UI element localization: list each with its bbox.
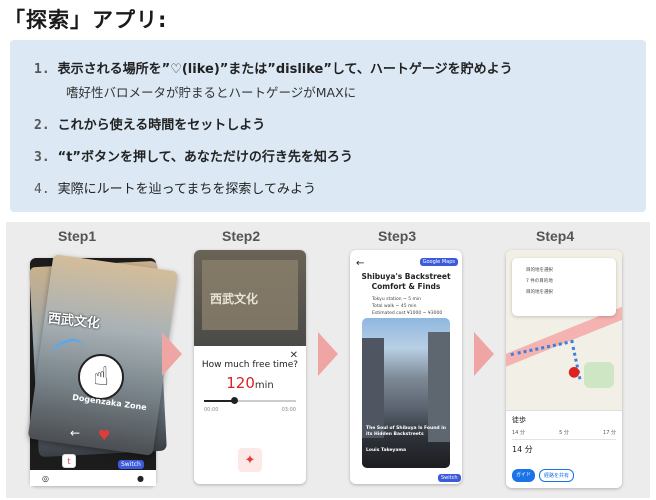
waypoint-item[interactable]: 目的地を選択 (526, 267, 610, 273)
step-1: 1. 表示される場所を”♡(like)”または”dislike”して、ハートゲージ… (34, 58, 513, 77)
back-arrow-icon[interactable]: ← (356, 258, 364, 269)
mode-transit[interactable]: 17 分 (603, 429, 616, 436)
step-2: 2. これから使える時間をセットしよう (34, 114, 265, 133)
tick-max: 03:00 (281, 407, 296, 413)
mode-walk[interactable]: 14 分 (512, 429, 525, 436)
walking-tab[interactable]: 徒歩 (512, 415, 616, 425)
time-slider[interactable] (204, 397, 296, 404)
step1-switch-badge[interactable]: Switch (118, 460, 144, 469)
next-arrow-3-icon (474, 332, 494, 376)
steps-box: 1. 表示される場所を”♡(like)”または”dislike”して、ハートゲージ… (10, 40, 646, 212)
next-arrow-2-icon (318, 332, 338, 376)
route-actions: ガイド 経路を共有 (512, 469, 575, 482)
step-3-text: “t”ボタンを押して、あなただけの行き先を知ろう (57, 150, 353, 165)
step2-phone: 西武文化 ✕ How much free time? 120min 00:00 … (194, 250, 306, 484)
step3-switch-badge[interactable]: Switch (438, 474, 461, 482)
step-2-number: 2. (34, 118, 50, 133)
step-4-text: 実際にルートを辿ってまちを探索してみよう (57, 182, 316, 197)
waypoint-item[interactable]: 7 件の目的地 (526, 278, 610, 284)
mode-car[interactable]: 5 分 (559, 429, 569, 436)
step4-label: Step4 (536, 228, 575, 244)
step1-bottom-bar: ◎ ● (30, 470, 156, 486)
minutes-unit: min (254, 380, 274, 391)
explore-icon[interactable]: ◎ (42, 474, 49, 483)
free-time-question: How much free time? (201, 360, 299, 370)
step-4-number: 4. (34, 182, 50, 197)
next-arrow-1-icon (162, 332, 182, 376)
step2-label: Step2 (222, 228, 261, 244)
confirm-t-icon[interactable]: ✦ (238, 448, 262, 472)
destination-info: Tokyu station ~ 5 min Total walk ~ 45 mi… (372, 296, 442, 318)
step3-phone: ← Google Maps Shibuya's Backstreet Comfo… (350, 250, 462, 484)
step-3-number: 3. (34, 150, 50, 165)
step-1-text: 表示される場所を”♡(like)”または”dislike”して、ハートゲージを貯… (57, 62, 513, 77)
hand-pointer-icon: ☝ (78, 354, 124, 400)
info-line: Tokyu station ~ 5 min (372, 297, 422, 302)
step-2-text: これから使える時間をセットしよう (57, 118, 266, 133)
waypoint-item[interactable]: 目的地を選択 (526, 289, 610, 295)
step-3: 3. “t”ボタンを押して、あなただけの行き先を知ろう (34, 146, 353, 165)
waypoint-card: 目的地を選択 7 件の目的地 目的地を選択 (512, 258, 616, 316)
author-name: Louis Takeyama (366, 448, 407, 453)
dislike-arrow-icon[interactable]: ← (70, 426, 80, 440)
google-maps-button[interactable]: Google Maps (419, 258, 458, 266)
slider-ticks: 00:00 03:00 (204, 407, 296, 413)
route-duration: 14 分 (512, 445, 533, 454)
step2-sign-text: 西武文化 (210, 292, 259, 306)
photo-caption: The Soul of Shibuya Is Found in its Hidd… (366, 426, 446, 438)
route-sheet: 徒歩 14 分 5 分 17 分 14 分 ガイド 経路を共有 (506, 410, 622, 488)
like-heart-icon[interactable]: ♥ (98, 428, 111, 444)
tick-min: 00:00 (204, 407, 219, 413)
step-4: 4. 実際にルートを辿ってまちを探索してみよう (34, 178, 316, 197)
step3-label: Step3 (378, 228, 417, 244)
route-map[interactable]: ● 目的地を選択 7 件の目的地 目的地を選択 (506, 250, 622, 410)
profile-icon[interactable]: ● (137, 474, 144, 483)
minutes-value: 120 (226, 374, 255, 392)
map-park (584, 362, 614, 388)
step-1-subtext: 嗜好性バロメータが貯まるとハートゲージがMAXに (66, 85, 357, 100)
share-route-button[interactable]: 経路を共有 (539, 469, 575, 482)
screenshot-gallery: Step1 Step2 Step3 Step4 西武文化 ☝ Dogenzaka… (6, 222, 650, 498)
destination-pin-icon[interactable]: ● (568, 364, 580, 380)
free-time-value: 120min (194, 374, 306, 392)
building-left (362, 338, 384, 438)
t-button[interactable]: t (62, 454, 76, 468)
step4-phone: ● 目的地を選択 7 件の目的地 目的地を選択 徒歩 14 分 5 分 17 分… (506, 250, 622, 488)
slider-knob[interactable] (231, 397, 238, 404)
step1-label: Step1 (58, 228, 97, 244)
info-line: Total walk ~ 45 min (372, 304, 417, 310)
start-guide-button[interactable]: ガイド (512, 469, 536, 482)
step-1-number: 1. (34, 62, 50, 77)
destination-title: Shibuya's Backstreet Comfort & Finds (361, 272, 451, 291)
info-line: Estimated cost ¥1000 ~ ¥3000 (372, 311, 443, 317)
page-title: 「探索」アプリ: (4, 8, 168, 32)
transport-modes: 14 分 5 分 17 分 (512, 429, 616, 440)
